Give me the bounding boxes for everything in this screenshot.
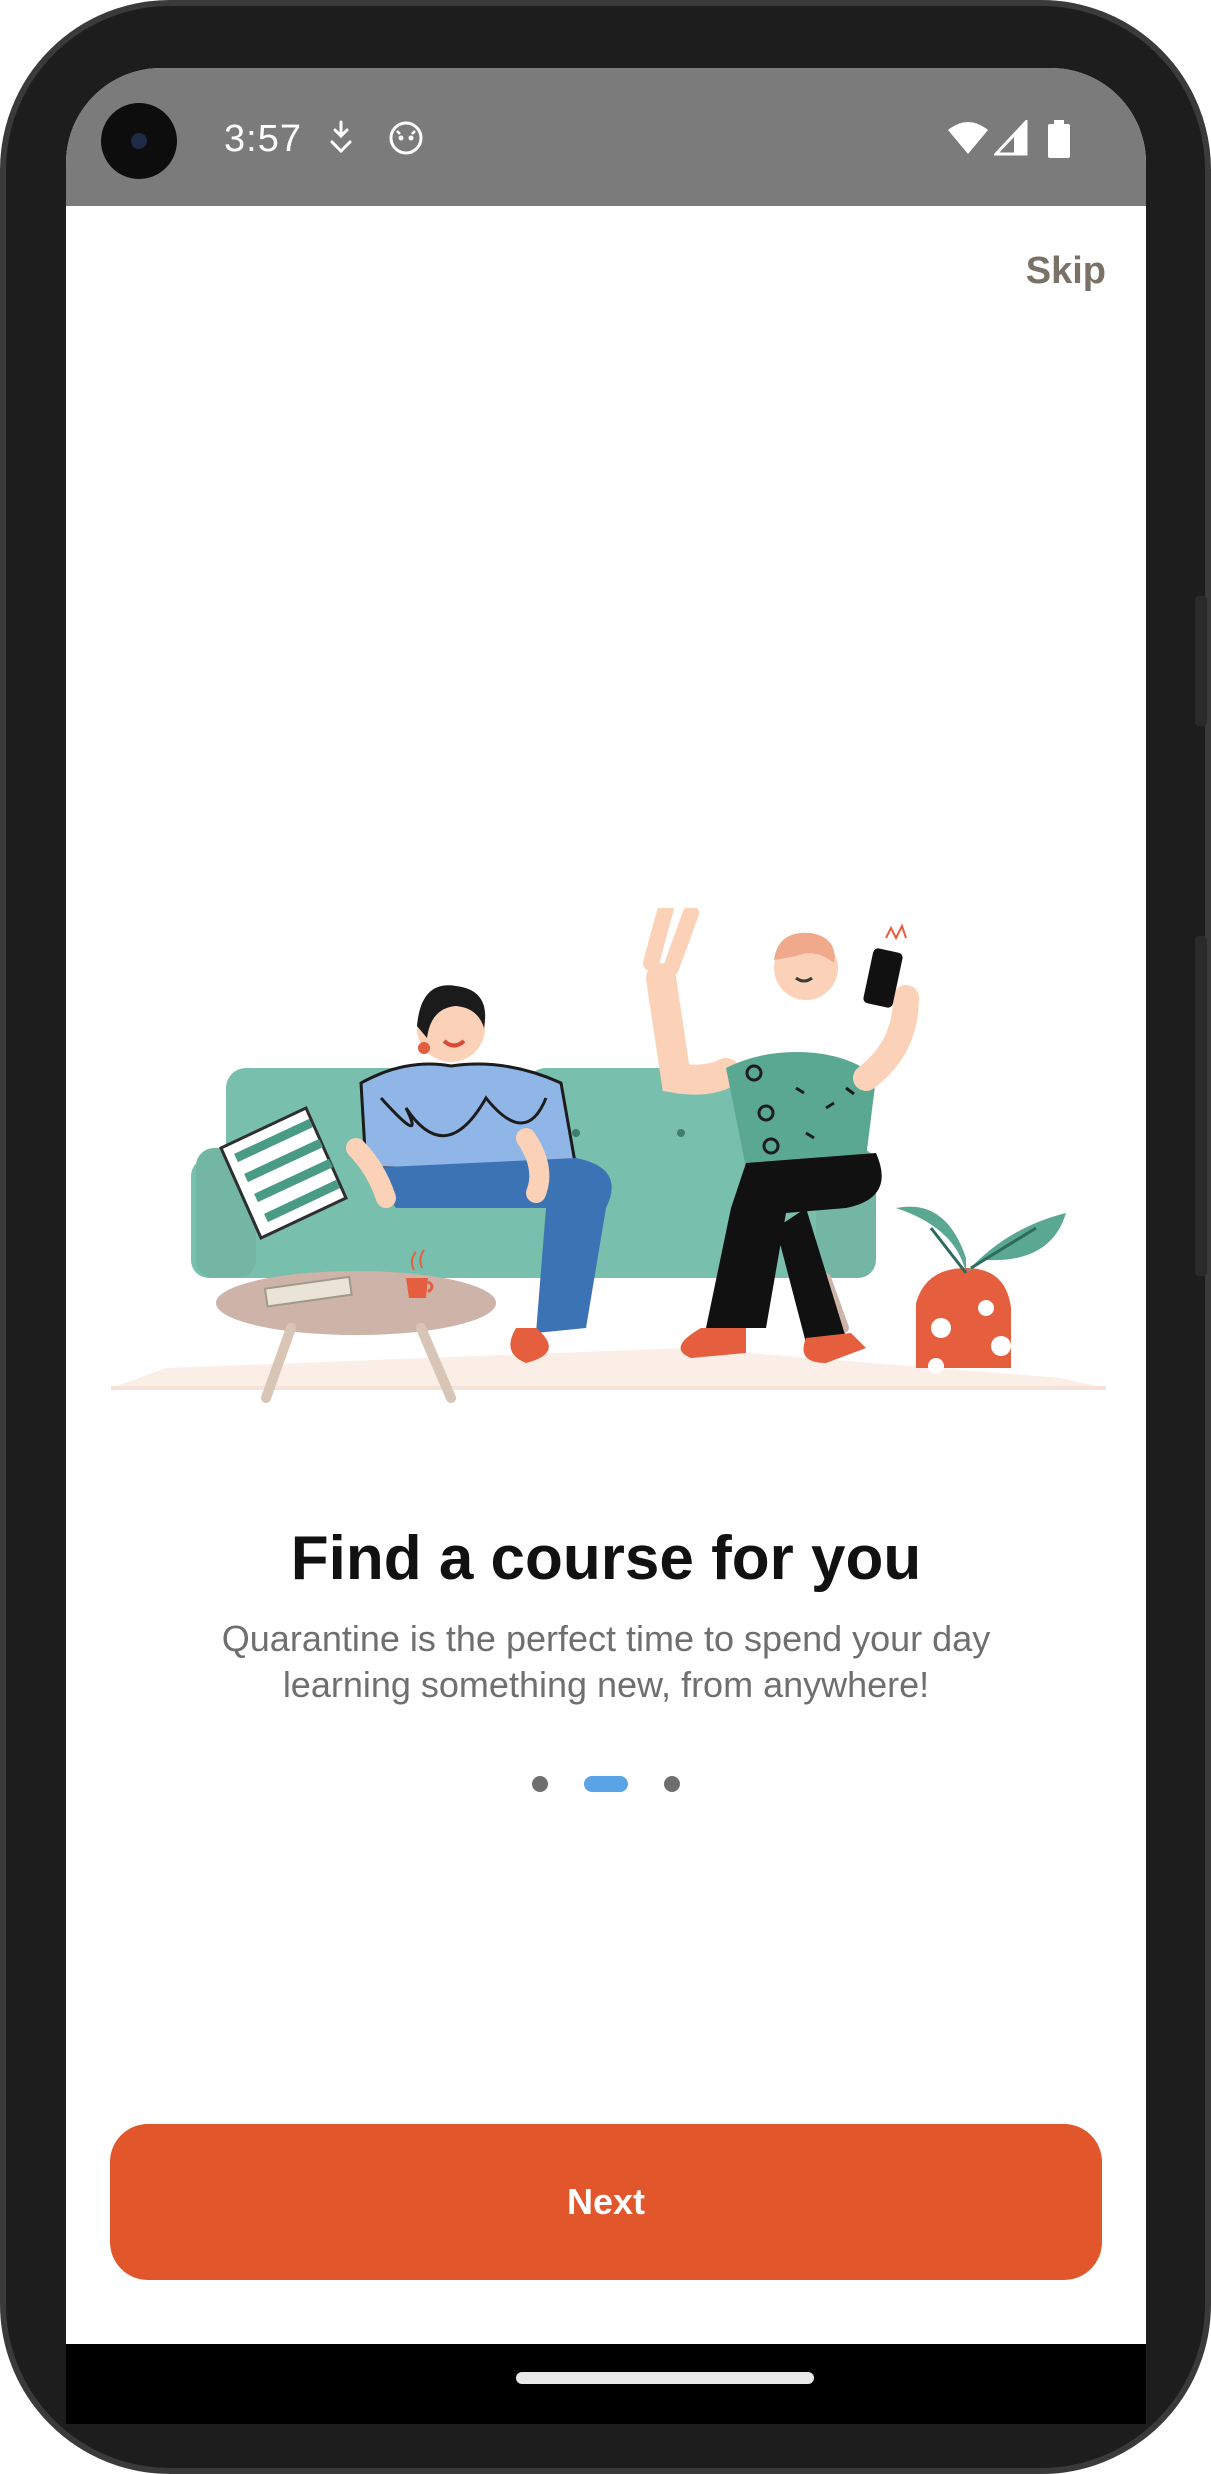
next-button[interactable]: Next xyxy=(110,2124,1102,2280)
phone-frame: 3:57 Skip Find a course for you Quaranti… xyxy=(0,0,1211,2474)
page-indicator-dot-3 xyxy=(664,1776,680,1792)
screen: 3:57 Skip Find a course for you Quaranti… xyxy=(66,68,1146,2344)
camera-icon xyxy=(101,103,177,179)
home-indicator[interactable] xyxy=(516,2372,814,2384)
wifi-icon xyxy=(948,122,988,154)
status-bar: 3:57 xyxy=(66,68,1146,206)
battery-icon xyxy=(1048,120,1070,158)
status-time: 3:57 xyxy=(224,118,302,160)
signal-icon xyxy=(994,120,1028,156)
skip-button[interactable]: Skip xyxy=(1026,250,1106,293)
onboarding-illustration xyxy=(111,908,1106,1403)
page-indicator-dot-1 xyxy=(532,1776,548,1792)
volume-button xyxy=(1195,936,1207,1276)
onboarding-subtitle: Quarantine is the perfect time to spend … xyxy=(221,1618,991,1705)
download-notification-icon xyxy=(330,120,352,154)
onboarding-title: Find a course for you xyxy=(290,1524,922,1593)
page-indicator-dot-2-active xyxy=(584,1776,628,1792)
page-indicator xyxy=(66,1776,1146,1792)
navigation-bar xyxy=(66,2344,1146,2424)
android-notification-icon xyxy=(389,121,423,155)
power-button xyxy=(1195,596,1207,726)
